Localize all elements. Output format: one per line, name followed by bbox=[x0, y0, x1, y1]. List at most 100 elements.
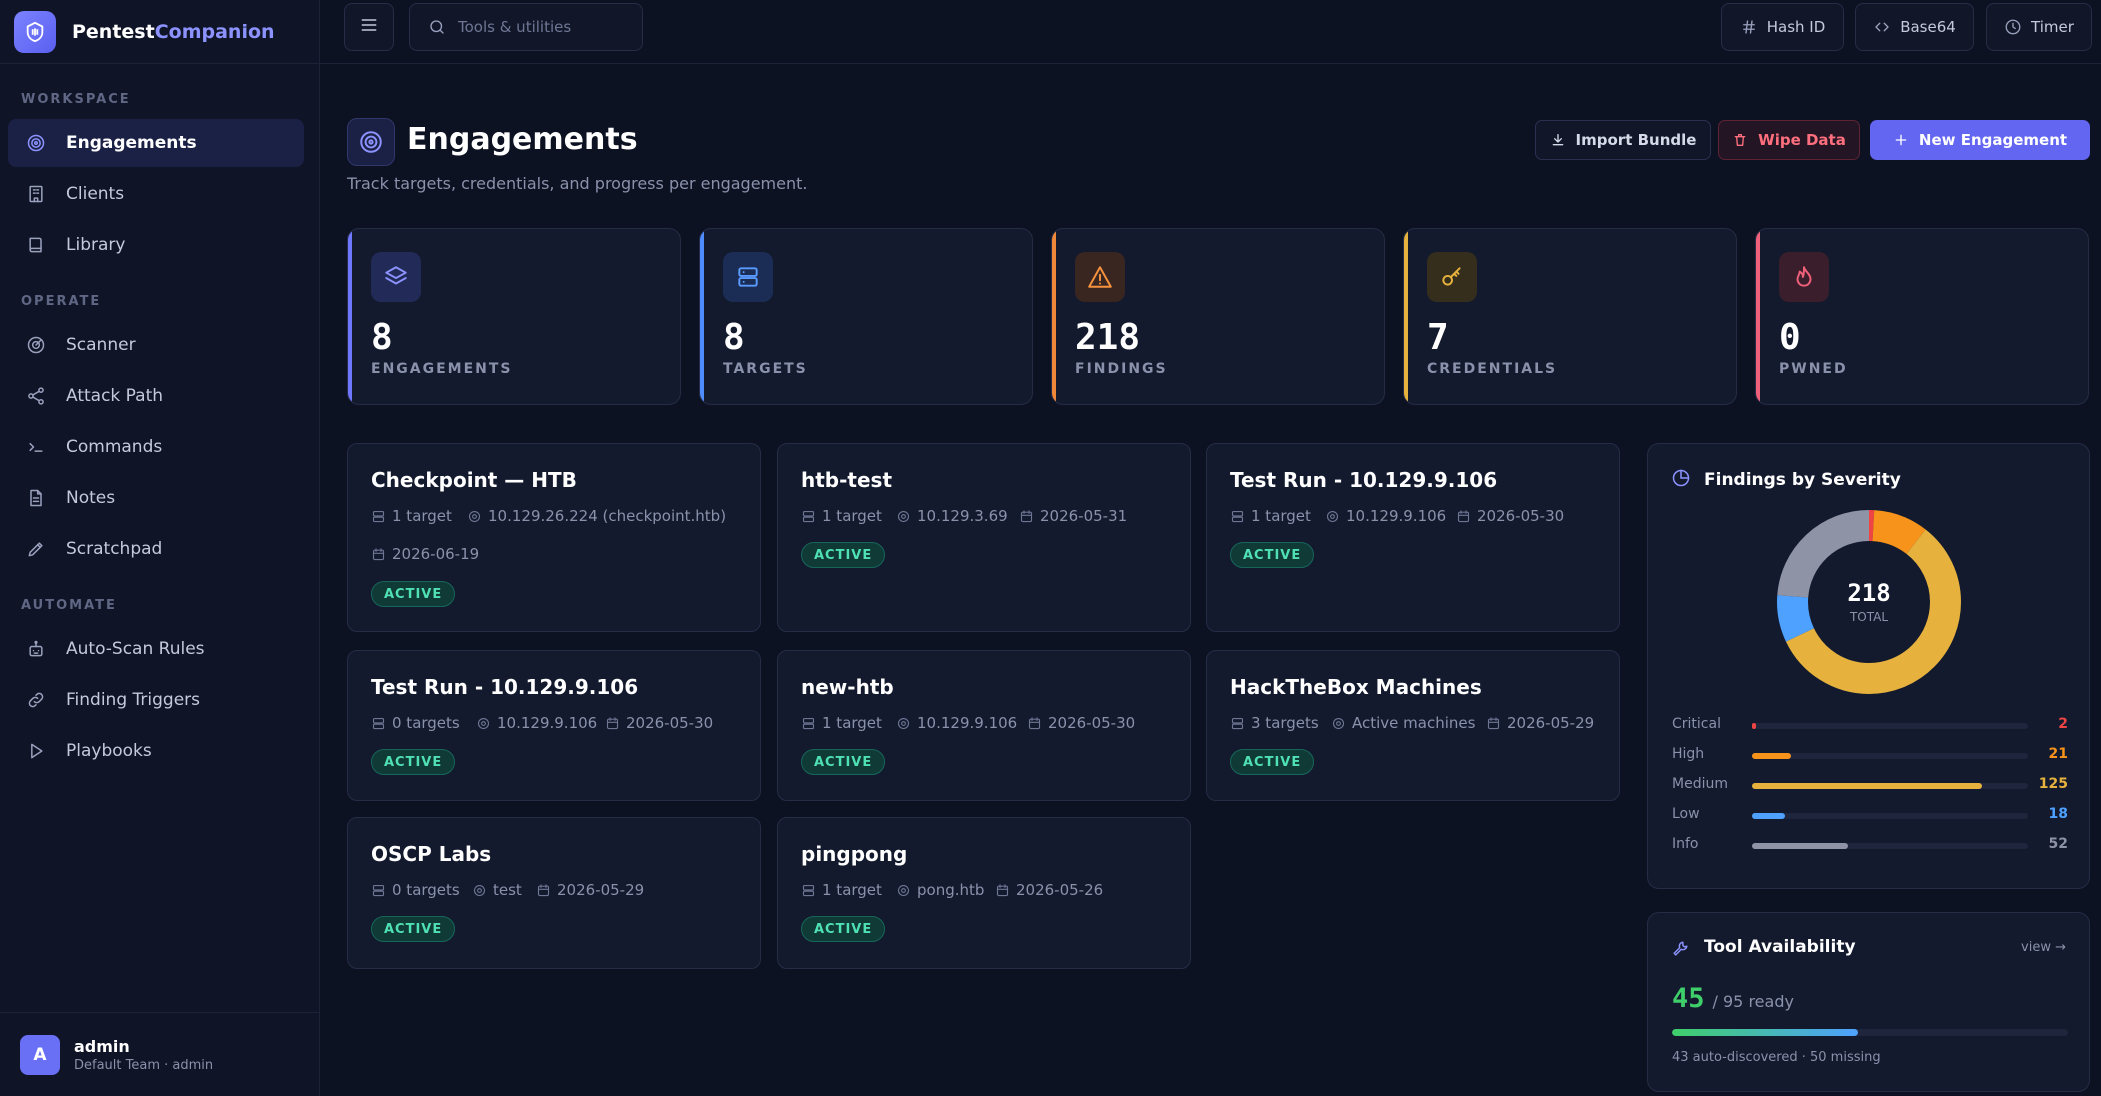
stat-value: 0 bbox=[1779, 317, 1801, 358]
engagement-date: 2026-05-29 bbox=[536, 881, 644, 899]
import-bundle-label: Import Bundle bbox=[1575, 131, 1697, 149]
stat-card-pwned: 0 PWNED bbox=[1755, 228, 2089, 405]
engagement-host: 10.129.9.106 bbox=[896, 714, 1017, 732]
target-icon bbox=[24, 131, 48, 155]
engagement-card[interactable]: HackTheBox Machines 3 targets Active mac… bbox=[1206, 650, 1620, 801]
sidebar-item-engagements[interactable]: Engagements bbox=[8, 119, 304, 167]
search-placeholder: Tools & utilities bbox=[458, 18, 572, 36]
sidebar-item-finding-triggers[interactable]: Finding Triggers bbox=[8, 676, 304, 724]
new-engagement-label: New Engagement bbox=[1918, 131, 2068, 149]
sidebar-item-auto-scan-rules[interactable]: Auto-Scan Rules bbox=[8, 625, 304, 673]
target-icon bbox=[472, 883, 493, 898]
sidebar-item-library[interactable]: Library bbox=[8, 221, 304, 269]
severity-name: High bbox=[1672, 746, 1705, 762]
sidebar-item-commands[interactable]: Commands bbox=[8, 423, 304, 471]
stat-label: FINDINGS bbox=[1075, 361, 1168, 377]
engagement-card[interactable]: new-htb 1 target 10.129.9.106 2026-05-30… bbox=[777, 650, 1191, 801]
avatar: A bbox=[20, 1034, 60, 1075]
server-icon bbox=[371, 509, 392, 524]
sidebar-item-label: Finding Triggers bbox=[66, 690, 201, 710]
calendar-icon bbox=[1027, 716, 1048, 731]
engagement-card[interactable]: htb-test 1 target 10.129.3.69 2026-05-31… bbox=[777, 443, 1191, 632]
accent-bar bbox=[1052, 229, 1056, 404]
sidebar-item-notes[interactable]: Notes bbox=[8, 474, 304, 522]
flame-icon bbox=[1779, 252, 1829, 302]
engagement-card[interactable]: Test Run - 10.129.9.106 1 target 10.129.… bbox=[1206, 443, 1620, 632]
severity-bar bbox=[1752, 843, 1848, 849]
section-label-workspace: WORKSPACE bbox=[21, 92, 131, 107]
severity-row-critical: Critical 2 bbox=[1672, 715, 2068, 735]
severity-row-info: Info 52 bbox=[1672, 835, 2068, 855]
sidebar-item-attack-path[interactable]: Attack Path bbox=[8, 372, 304, 420]
severity-track bbox=[1752, 723, 2028, 729]
engagement-card[interactable]: Checkpoint — HTB 1 target 10.129.26.224 … bbox=[347, 443, 761, 632]
severity-track bbox=[1752, 813, 2028, 819]
engagement-date: 2026-05-30 bbox=[605, 714, 713, 732]
sidebar-item-label: Scanner bbox=[66, 335, 136, 355]
book-icon bbox=[24, 233, 48, 257]
server-icon bbox=[801, 883, 822, 898]
engagement-card[interactable]: Test Run - 10.129.9.106 0 targets 10.129… bbox=[347, 650, 761, 801]
sidebar-item-scratchpad[interactable]: Scratchpad bbox=[8, 525, 304, 573]
user-team: Default Team · admin bbox=[74, 1057, 214, 1073]
sidebar-item-label: Scratchpad bbox=[66, 539, 163, 559]
engagement-title: OSCP Labs bbox=[371, 842, 492, 866]
view-tools-link[interactable]: view → bbox=[2021, 940, 2066, 955]
engagement-title: new-htb bbox=[801, 675, 894, 699]
status-badge: ACTIVE bbox=[371, 581, 456, 607]
stat-label: TARGETS bbox=[723, 361, 808, 377]
menu-toggle-button[interactable] bbox=[344, 3, 394, 51]
severity-track bbox=[1752, 843, 2028, 849]
base64-button[interactable]: Base64 bbox=[1855, 3, 1974, 51]
wrench-icon bbox=[1671, 939, 1690, 958]
trash-icon bbox=[1732, 132, 1758, 148]
calendar-icon bbox=[1019, 509, 1040, 524]
user-menu[interactable]: A admin Default Team · admin bbox=[0, 1012, 320, 1096]
engagement-targets: 1 target bbox=[1230, 507, 1311, 525]
new-engagement-button[interactable]: New Engagement bbox=[1870, 120, 2090, 160]
status-badge: ACTIVE bbox=[1230, 749, 1315, 775]
engagement-title: HackTheBox Machines bbox=[1230, 675, 1482, 699]
status-badge: ACTIVE bbox=[801, 916, 886, 942]
engagement-host: 10.129.9.106 bbox=[1325, 507, 1446, 525]
severity-count: 2 bbox=[2058, 716, 2068, 732]
severity-name: Critical bbox=[1672, 716, 1721, 732]
sidebar-item-label: Playbooks bbox=[66, 741, 152, 761]
tool-availability-panel: Tool Availability view → 45 / 95 ready 4… bbox=[1647, 912, 2090, 1092]
engagement-host: 10.129.3.69 bbox=[896, 507, 1008, 525]
accent-bar bbox=[348, 229, 352, 404]
import-bundle-button[interactable]: Import Bundle bbox=[1535, 120, 1711, 160]
engagement-targets: 1 target bbox=[801, 881, 882, 899]
pie-chart-icon bbox=[1671, 468, 1691, 488]
sidebar-item-scanner[interactable]: Scanner bbox=[8, 321, 304, 369]
download-icon bbox=[1550, 132, 1576, 148]
brand[interactable]: PentestCompanion bbox=[0, 0, 319, 64]
calendar-icon bbox=[536, 883, 557, 898]
panel-title: Tool Availability bbox=[1704, 937, 1856, 957]
target-icon bbox=[896, 883, 917, 898]
status-badge: ACTIVE bbox=[371, 749, 456, 775]
page-title: Engagements bbox=[407, 122, 638, 157]
radar-icon bbox=[24, 333, 48, 357]
wipe-data-button[interactable]: Wipe Data bbox=[1718, 120, 1860, 160]
plus-icon bbox=[1893, 132, 1919, 148]
tools-progress-track bbox=[1672, 1029, 2068, 1036]
hash-id-button[interactable]: Hash ID bbox=[1721, 3, 1844, 51]
calendar-icon bbox=[605, 716, 626, 731]
engagement-targets: 1 target bbox=[801, 714, 882, 732]
severity-bar bbox=[1752, 783, 1982, 789]
engagement-card[interactable]: pingpong 1 target pong.htb 2026-05-26 AC… bbox=[777, 817, 1191, 969]
engagement-host: Active machines bbox=[1331, 714, 1475, 732]
search-icon bbox=[428, 18, 446, 36]
sidebar-item-clients[interactable]: Clients bbox=[8, 170, 304, 218]
engagement-title: pingpong bbox=[801, 842, 908, 866]
search-input[interactable]: Tools & utilities bbox=[409, 3, 643, 51]
stat-label: ENGAGEMENTS bbox=[371, 361, 513, 377]
document-icon bbox=[24, 486, 48, 510]
sidebar-item-playbooks[interactable]: Playbooks bbox=[8, 727, 304, 775]
engagement-card[interactable]: OSCP Labs 0 targets test 2026-05-29 ACTI… bbox=[347, 817, 761, 969]
engagement-targets: 1 target bbox=[371, 507, 452, 525]
timer-button[interactable]: Timer bbox=[1986, 3, 2092, 51]
severity-name: Info bbox=[1672, 836, 1699, 852]
sidebar-item-label: Notes bbox=[66, 488, 116, 508]
